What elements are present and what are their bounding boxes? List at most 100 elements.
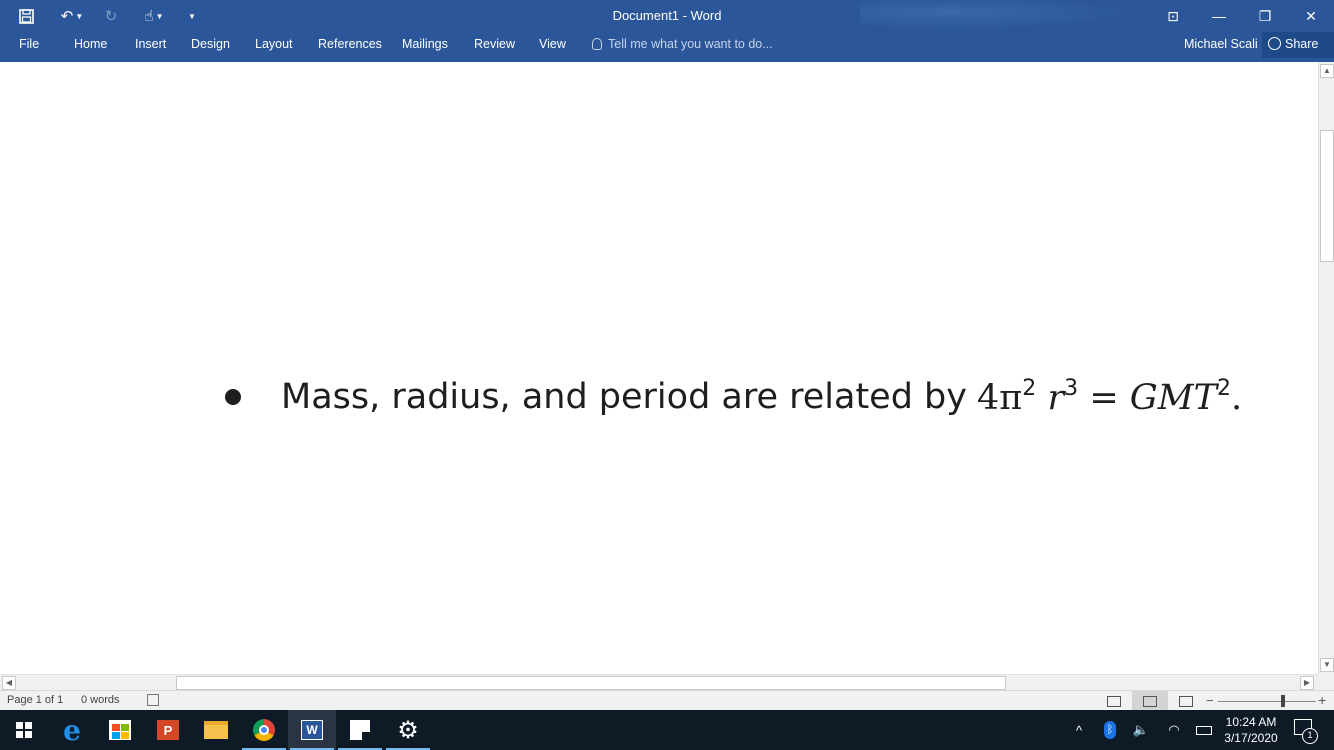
store-button[interactable] <box>96 710 144 750</box>
read-mode-icon <box>1107 695 1121 707</box>
ribbon-tabs: File Home Insert Design Layout Reference… <box>0 32 1334 62</box>
eq-equals: = <box>1089 378 1119 418</box>
clock[interactable]: 10:24 AM 3/17/2020 <box>1214 714 1288 746</box>
tab-file[interactable]: File <box>19 32 39 62</box>
scroll-down-button[interactable]: ▼ <box>1320 658 1334 672</box>
proofing-icon[interactable] <box>147 694 159 706</box>
zoom-in-icon[interactable]: + <box>1318 692 1326 708</box>
close-button[interactable]: ✕ <box>1288 0 1334 32</box>
zoom-slider[interactable]: − + <box>1204 691 1334 711</box>
status-bar: Page 1 of 1 0 words − + <box>0 690 1334 711</box>
battery-button[interactable] <box>1192 710 1216 750</box>
horizontal-scrollbar[interactable]: ◀ ▶ <box>0 674 1318 690</box>
notification-badge: 1 <box>1302 728 1318 744</box>
word-count[interactable]: 0 words <box>81 694 120 706</box>
powerpoint-button[interactable]: P <box>144 710 192 750</box>
share-button[interactable]: Share <box>1262 32 1334 58</box>
bluetooth-button[interactable]: ᛒ <box>1098 710 1122 750</box>
tab-insert[interactable]: Insert <box>135 32 166 62</box>
share-label: Share <box>1285 37 1319 51</box>
tell-me-search[interactable]: Tell me what you want to do... <box>592 32 773 62</box>
wifi-icon: ◠ <box>1168 722 1180 737</box>
edge-icon: e <box>63 713 81 747</box>
tab-references[interactable]: References <box>318 32 382 62</box>
edge-button[interactable]: e <box>48 710 96 750</box>
share-person-icon <box>1268 37 1281 50</box>
clock-time: 10:24 AM <box>1225 715 1277 729</box>
title-bar: ↶ ▼ ↻ ☝ ▼ ▼ Document1 - Word ⊡ — ❐ ✕ <box>0 0 1334 32</box>
start-icon <box>16 722 32 738</box>
show-hidden-icons-button[interactable]: ^ <box>1068 710 1090 750</box>
sticky-notes-icon <box>350 720 370 740</box>
read-mode-button[interactable] <box>1096 691 1132 711</box>
zoom-out-icon[interactable]: − <box>1206 693 1214 708</box>
eq-r: r <box>1047 378 1065 418</box>
restore-button[interactable]: ❐ <box>1242 0 1288 32</box>
volume-icon: 🔈 <box>1132 722 1150 737</box>
word-icon: W <box>301 720 323 740</box>
store-icon <box>109 720 131 740</box>
network-button[interactable]: ◠ <box>1160 710 1188 750</box>
minimize-icon: — <box>1212 8 1226 24</box>
file-explorer-icon <box>204 721 228 739</box>
chrome-icon <box>253 719 275 741</box>
tab-view[interactable]: View <box>539 32 566 62</box>
start-button[interactable] <box>0 710 48 750</box>
bullet-text: Mass, radius, and period are related by <box>281 377 967 417</box>
scroll-left-button[interactable]: ◀ <box>2 676 16 690</box>
user-name[interactable]: Michael Scali <box>1184 32 1258 56</box>
tab-layout[interactable]: Layout <box>255 32 293 62</box>
ribbon-display-icon: ⊡ <box>1167 7 1179 24</box>
settings-button[interactable]: ⚙ <box>384 710 432 750</box>
window-controls: ⊡ — ❐ ✕ <box>1150 0 1334 32</box>
tab-design[interactable]: Design <box>191 32 230 62</box>
chrome-button[interactable] <box>240 710 288 750</box>
powerpoint-icon: P <box>157 720 179 740</box>
close-icon: ✕ <box>1305 7 1317 24</box>
restore-icon: ❐ <box>1258 7 1272 24</box>
zoom-knob[interactable] <box>1281 695 1285 707</box>
tell-me-placeholder: Tell me what you want to do... <box>608 37 773 51</box>
page-count[interactable]: Page 1 of 1 <box>7 694 63 706</box>
vertical-scroll-thumb[interactable] <box>1320 130 1334 262</box>
horizontal-scroll-thumb[interactable] <box>176 676 1006 690</box>
taskbar: e P W ⚙ ^ ᛒ 🔈 ◠ 10:24 AM 3/17/2020 1 <box>0 710 1334 750</box>
settings-icon: ⚙ <box>397 716 419 744</box>
eq-rhs-exp: 2 <box>1216 376 1231 401</box>
bullet-paragraph[interactable]: Mass, radius, and period are related by … <box>222 370 1242 424</box>
equation[interactable]: 4π2 r3 = GMT2. <box>977 376 1242 418</box>
print-layout-button[interactable] <box>1132 691 1168 711</box>
tab-review[interactable]: Review <box>474 32 515 62</box>
vertical-scrollbar[interactable]: ▲ ▼ <box>1318 62 1334 674</box>
eq-period: . <box>1230 378 1243 418</box>
minimize-button[interactable]: — <box>1196 0 1242 32</box>
view-buttons <box>1096 691 1204 711</box>
lightbulb-icon <box>592 38 602 50</box>
eq-rhs: GMT <box>1129 378 1217 418</box>
zoom-track[interactable] <box>1218 701 1316 702</box>
battery-icon <box>1196 725 1212 735</box>
scrollbar-corner <box>1318 674 1334 690</box>
sticky-notes-button[interactable] <box>336 710 384 750</box>
print-layout-icon <box>1143 695 1157 707</box>
file-explorer-button[interactable] <box>192 710 240 750</box>
eq-pi: π <box>999 378 1023 418</box>
volume-button[interactable]: 🔈 <box>1128 710 1154 750</box>
ribbon-display-options-button[interactable]: ⊡ <box>1150 0 1196 32</box>
scroll-up-button[interactable]: ▲ <box>1320 64 1334 78</box>
word-button[interactable]: W <box>288 710 336 750</box>
document-canvas[interactable]: Mass, radius, and period are related by … <box>0 62 1318 674</box>
eq-pi-exp: 2 <box>1022 376 1037 401</box>
window-title: Document1 - Word <box>612 8 722 23</box>
bluetooth-icon: ᛒ <box>1104 721 1116 739</box>
eq-r-exp: 3 <box>1064 376 1079 401</box>
web-layout-icon <box>1179 695 1193 707</box>
clock-date: 3/17/2020 <box>1224 731 1278 745</box>
web-layout-button[interactable] <box>1168 691 1204 711</box>
scroll-right-button[interactable]: ▶ <box>1300 676 1314 690</box>
bullet-icon <box>225 389 241 405</box>
eq-coef: 4 <box>977 378 1000 418</box>
tab-home[interactable]: Home <box>74 32 107 62</box>
chevron-up-icon: ^ <box>1075 722 1083 738</box>
tab-mailings[interactable]: Mailings <box>402 32 448 62</box>
